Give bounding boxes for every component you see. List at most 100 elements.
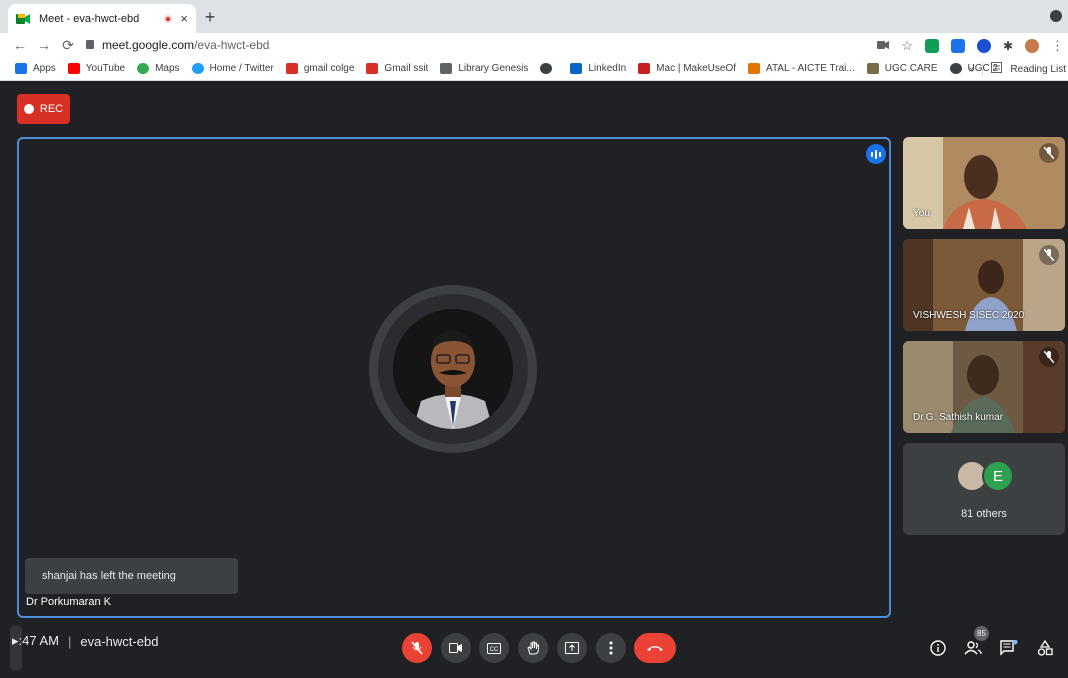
bookmark-item[interactable]: gmail colge — [285, 63, 355, 74]
profile-avatar-icon[interactable] — [1025, 39, 1039, 53]
profile-icon[interactable] — [1050, 10, 1062, 22]
meeting-code: eva-hwct-ebd — [80, 633, 159, 649]
more-vert-icon — [609, 641, 613, 655]
speaker-avatar — [393, 309, 513, 429]
bookmark-item[interactable]: ATAL - AICTE Trai... — [748, 63, 855, 74]
bookmark-item[interactable]: Apps — [15, 63, 56, 74]
bookmark-item[interactable]: UGC CARE — [866, 63, 938, 74]
people-icon — [964, 641, 982, 655]
bookmark-item[interactable]: YouTube — [67, 63, 125, 74]
captions-button[interactable]: CC — [479, 633, 509, 663]
forward-button[interactable]: → — [32, 37, 56, 53]
reading-list-button[interactable]: Reading List — [1010, 64, 1066, 75]
bookmark-item[interactable]: Home / Twitter — [191, 63, 274, 74]
main-speaker-name: Dr Porkumaran K — [26, 596, 111, 608]
meet-favicon-icon — [16, 13, 30, 25]
extensions-puzzle-icon[interactable]: ✱ — [1003, 39, 1013, 53]
speaking-indicator-icon — [866, 144, 886, 164]
meeting-time: ▸:47 AM — [12, 633, 59, 648]
meeting-details-button[interactable] — [927, 637, 949, 659]
url-path: /eva-hwct-ebd — [194, 37, 270, 52]
others-count: 81 others — [961, 508, 1007, 520]
lock-icon — [86, 40, 94, 49]
main-speaker-tile[interactable]: shanjai has left the meeting Dr Porkumar… — [17, 137, 891, 618]
linkedin-icon — [570, 63, 583, 74]
info-icon — [930, 640, 946, 656]
bookmarks-overflow-button[interactable]: » — [969, 64, 975, 75]
muted-mic-icon — [1039, 143, 1059, 163]
reading-list-icon[interactable] — [991, 62, 1003, 76]
library-icon — [440, 63, 453, 74]
participant-tile-vishwesh[interactable]: VISHWESH SISEC 2020 — [903, 239, 1065, 331]
hand-icon — [527, 641, 539, 655]
tab-close-button[interactable]: × — [180, 11, 188, 26]
youtube-icon — [67, 63, 80, 74]
participant-tile-self[interactable]: You — [903, 137, 1065, 229]
call-end-icon — [647, 646, 663, 651]
bookmark-label: ATAL - AICTE Trai... — [766, 63, 855, 74]
others-tile[interactable]: E 81 others — [903, 443, 1065, 535]
mic-toggle-button[interactable] — [402, 633, 432, 663]
bookmarks-bar: Apps YouTube Maps Home / Twitter gmail colge… — [0, 57, 1068, 81]
chat-button[interactable] — [998, 637, 1020, 659]
apps-grid-icon — [15, 63, 27, 74]
bookmark-label: LinkedIn — [588, 63, 627, 74]
present-screen-button[interactable] — [557, 633, 587, 663]
new-tab-button[interactable]: + — [200, 7, 220, 27]
videocam-icon — [449, 643, 462, 653]
camera-icon[interactable] — [877, 37, 890, 55]
globe-icon — [949, 63, 962, 74]
mic-off-icon — [411, 641, 423, 655]
people-count-badge: 85 — [974, 626, 989, 641]
back-button[interactable]: ← — [8, 37, 32, 53]
chat-icon — [1000, 640, 1018, 656]
closed-captions-icon: CC — [487, 642, 501, 654]
more-options-button[interactable] — [596, 633, 626, 663]
svg-text:CC: CC — [490, 647, 499, 653]
bookmark-item[interactable]: Mac | MakeUseOf — [638, 63, 736, 74]
twitter-icon — [191, 63, 204, 74]
other-participant-avatar-letter: E — [982, 460, 1014, 492]
participant-name: Dr.G. Sathish kumar — [913, 412, 1004, 423]
meet-stage: REC shanjai has left the meeting Dr Pork… — [0, 82, 1068, 678]
maps-icon — [137, 63, 150, 74]
bookmark-star-icon[interactable]: ☆ — [901, 38, 913, 54]
vpn-extension-icon[interactable] — [976, 39, 991, 53]
browser-menu-icon[interactable]: ⋮ — [1051, 38, 1064, 54]
participant-left-toast: shanjai has left the meeting — [25, 558, 238, 594]
calendar-extension-icon[interactable] — [950, 39, 965, 53]
gmail-icon — [366, 63, 379, 74]
recording-badge[interactable]: REC — [17, 94, 70, 124]
bookmark-item[interactable] — [540, 63, 558, 74]
camera-toggle-button[interactable] — [441, 633, 471, 663]
address-bar[interactable]: meet.google.com/eva-hwct-ebd — [86, 34, 896, 55]
browser-toolbar: ← → ⟳ meet.google.com/eva-hwct-ebd ☆ ✱ ⋮ — [0, 33, 1068, 57]
sheets-extension-icon[interactable] — [924, 39, 939, 53]
bookmark-item[interactable]: Maps — [137, 63, 180, 74]
bookmark-item[interactable]: Library Genesis — [440, 63, 528, 74]
meeting-info: ▸:47 AM | eva-hwct-ebd — [12, 633, 158, 649]
leave-call-button[interactable] — [634, 633, 676, 663]
tab-meet[interactable]: Meet - eva-hwct-ebd × — [8, 4, 196, 33]
speaker-avatar-ring — [369, 285, 537, 453]
participant-tile-sathish[interactable]: Dr.G. Sathish kumar — [903, 341, 1065, 433]
bookmark-item[interactable]: Gmail ssit — [366, 63, 428, 74]
bookmark-label: Mac | MakeUseOf — [656, 63, 737, 74]
bookmark-label: Apps — [33, 63, 56, 74]
raise-hand-button[interactable] — [518, 633, 548, 663]
muted-mic-icon — [1039, 347, 1059, 367]
bookmark-label: Gmail ssit — [384, 63, 429, 74]
bookmarks-right: » Reading List — [969, 62, 1066, 76]
aicte-icon — [748, 63, 761, 74]
participant-name: VISHWESH SISEC 2020 — [913, 310, 1025, 321]
meeting-info-separator: | — [68, 633, 72, 649]
muted-mic-icon — [1039, 245, 1059, 265]
makeuseof-icon — [638, 63, 651, 74]
bookmark-item[interactable]: LinkedIn — [570, 63, 626, 74]
bookmark-label: gmail colge — [303, 63, 355, 74]
activities-button[interactable] — [1034, 637, 1056, 659]
gmail-icon — [285, 63, 298, 74]
reload-button[interactable]: ⟳ — [56, 37, 80, 54]
globe-icon — [540, 63, 553, 74]
speaker-avatar-inner-ring — [378, 294, 528, 444]
